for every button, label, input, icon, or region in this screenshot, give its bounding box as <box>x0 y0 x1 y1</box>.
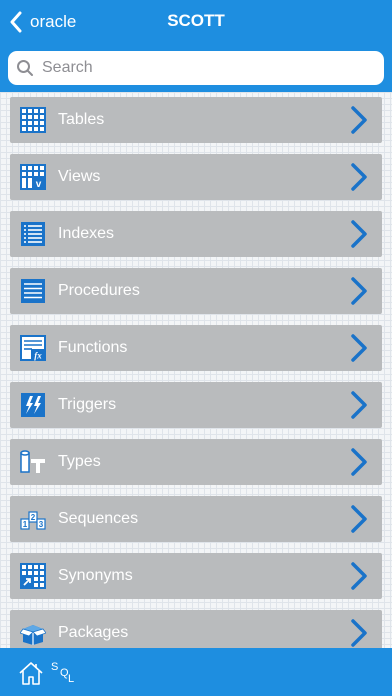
object-type-list: Tables v Views Indexes Procedures fx Fun… <box>0 92 392 648</box>
sequence-123-icon: 1 2 3 <box>20 506 46 532</box>
list-item-triggers[interactable]: Triggers <box>10 382 382 428</box>
page-title: SCOTT <box>167 11 225 30</box>
bottom-toolbar: S Q L <box>0 648 392 696</box>
svg-text:3: 3 <box>39 520 44 529</box>
list-item-label: Types <box>58 453 101 470</box>
sql-letter-l: L <box>68 673 75 685</box>
chevron-right-icon <box>348 618 370 648</box>
chevron-right-icon <box>348 390 370 420</box>
list-item-functions[interactable]: fx Functions <box>10 325 382 371</box>
package-box-icon <box>20 620 46 646</box>
chevron-right-icon <box>348 105 370 135</box>
list-item-types[interactable]: Types <box>10 439 382 485</box>
function-fx-icon: fx <box>20 335 46 361</box>
list-item-views[interactable]: v Views <box>10 154 382 200</box>
chevron-right-icon <box>348 219 370 249</box>
chevron-right-icon <box>348 447 370 477</box>
trigger-lightning-icon <box>20 392 46 418</box>
chevron-right-icon <box>348 162 370 192</box>
view-grid-icon: v <box>20 164 46 190</box>
search-input[interactable] <box>42 59 362 77</box>
search-bar <box>0 44 392 92</box>
chevron-right-icon <box>348 333 370 363</box>
svg-text:fx: fx <box>34 351 42 361</box>
synonym-grid-arrow-icon <box>20 563 46 589</box>
table-grid-icon <box>20 107 46 133</box>
type-cylinder-icon <box>20 449 46 475</box>
list-item-label: Procedures <box>58 282 140 299</box>
chevron-right-icon <box>348 276 370 306</box>
list-item-label: Sequences <box>58 510 139 527</box>
svg-text:2: 2 <box>31 513 36 522</box>
list-item-label: Synonyms <box>58 567 133 584</box>
list-item-label: Triggers <box>58 396 117 413</box>
procedure-lines-icon <box>20 278 46 304</box>
index-list-icon <box>20 221 46 247</box>
list-item-label: Views <box>58 168 101 185</box>
svg-text:1: 1 <box>23 520 28 529</box>
list-item-sequences[interactable]: 1 2 3 Sequences <box>10 496 382 542</box>
list-item-tables[interactable]: Tables <box>10 97 382 143</box>
chevron-right-icon <box>348 504 370 534</box>
search-icon <box>17 60 33 76</box>
list-item-synonyms[interactable]: Synonyms <box>10 553 382 599</box>
list-item-label: Functions <box>58 339 128 356</box>
search-field[interactable] <box>8 51 384 85</box>
home-icon <box>19 662 43 685</box>
list-item-label: Packages <box>58 624 129 641</box>
list-item-procedures[interactable]: Procedures <box>10 268 382 314</box>
sql-button[interactable]: S Q L <box>50 658 80 688</box>
list-item-packages[interactable]: Packages <box>10 610 382 648</box>
list-item-indexes[interactable]: Indexes <box>10 211 382 257</box>
home-button[interactable] <box>18 660 44 686</box>
svg-text:v: v <box>36 179 42 190</box>
list-item-label: Tables <box>58 111 105 128</box>
sql-letter-s: S <box>51 661 59 673</box>
list-item-label: Indexes <box>58 225 115 242</box>
navigation-bar: oracle SCOTT <box>0 0 392 44</box>
chevron-right-icon <box>348 561 370 591</box>
